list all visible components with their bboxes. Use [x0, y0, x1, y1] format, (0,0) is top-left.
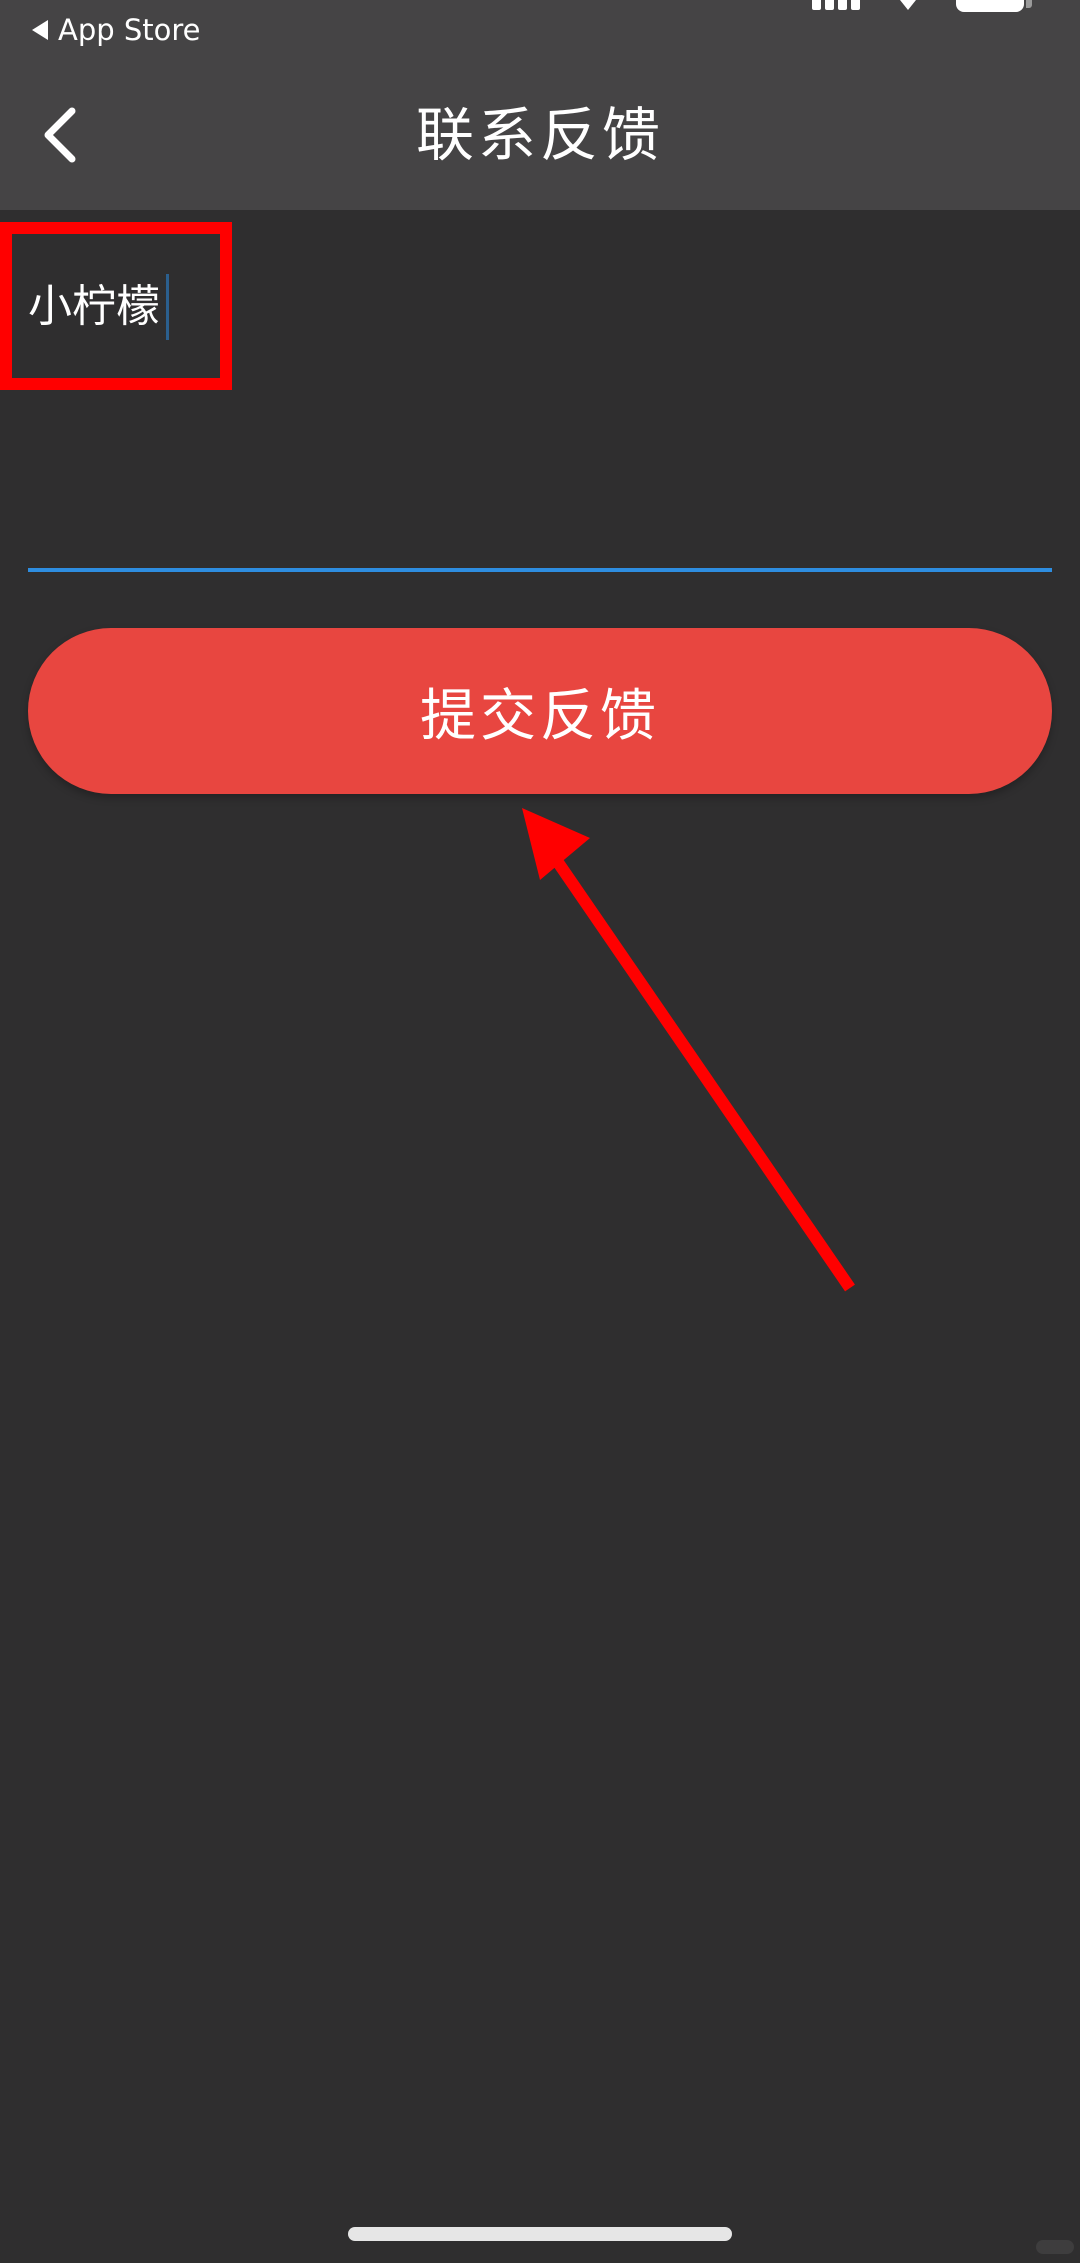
battery-icon — [956, 0, 1032, 12]
status-back-label: App Store — [58, 13, 201, 47]
submit-feedback-button[interactable]: 提交反馈 — [28, 628, 1052, 794]
status-indicators — [812, 0, 1032, 12]
feedback-input-underline — [28, 568, 1052, 572]
home-indicator[interactable] — [348, 2227, 732, 2241]
back-triangle-icon — [32, 20, 48, 40]
text-caret — [166, 274, 169, 340]
feedback-input[interactable]: 小柠檬 — [28, 232, 1052, 572]
feedback-input-value: 小柠檬 — [28, 281, 160, 332]
feedback-input-value-wrap: 小柠檬 — [28, 274, 169, 340]
annotation-arrow-head — [522, 808, 590, 880]
watermark-badge — [1036, 2240, 1074, 2254]
navigation-header: App Store 联系反馈 — [0, 0, 1080, 210]
annotation-arrow-shaft — [550, 854, 855, 1292]
page-title: 联系反馈 — [415, 101, 664, 169]
cellular-signal-icon — [812, 0, 860, 10]
wifi-icon — [900, 0, 916, 10]
status-back-to-app-store[interactable]: App Store — [32, 10, 201, 50]
